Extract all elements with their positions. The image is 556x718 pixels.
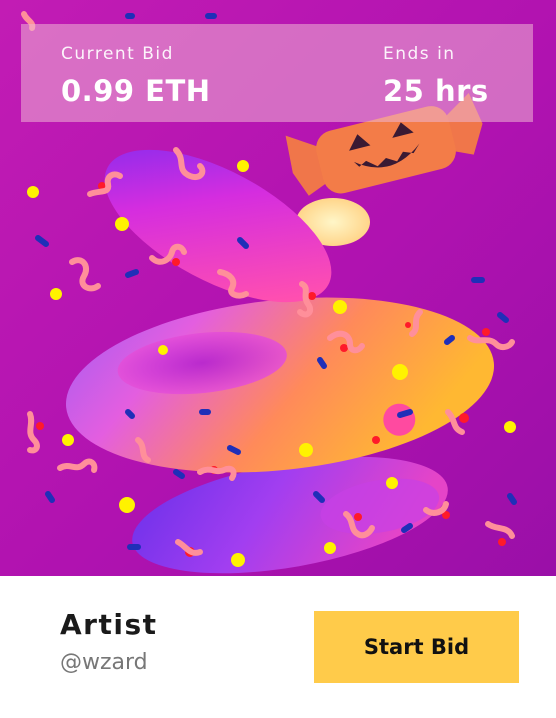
card-footer: Artist @wzard Start Bid xyxy=(0,576,556,718)
artist-title: Artist xyxy=(60,608,158,641)
start-bid-button[interactable]: Start Bid xyxy=(314,611,519,683)
artist-handle[interactable]: @wzard xyxy=(60,650,148,675)
current-bid-label: Current Bid xyxy=(61,44,174,64)
ends-in-label: Ends in xyxy=(383,44,456,64)
current-bid-value: 0.99 ETH xyxy=(61,74,211,108)
ends-in-value: 25 hrs xyxy=(383,74,489,108)
bid-info-panel: Current Bid 0.99 ETH Ends in 25 hrs xyxy=(21,24,533,122)
nft-card: Current Bid 0.99 ETH Ends in 25 hrs Arti… xyxy=(0,0,556,718)
